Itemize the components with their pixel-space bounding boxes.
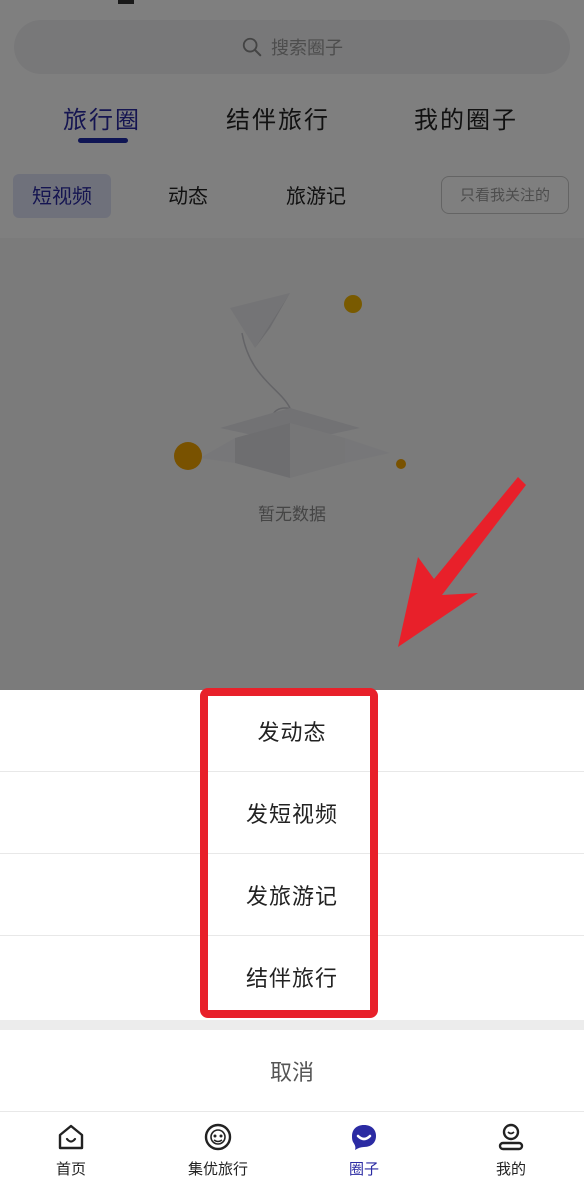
person-icon (498, 1123, 524, 1151)
tabbar-circle[interactable]: 圈子 (309, 1122, 419, 1179)
tabbar-label: 我的 (495, 1160, 526, 1178)
arrow-annotation-icon (398, 477, 526, 647)
tabbar-featured-travel[interactable]: 集优旅行 (163, 1122, 273, 1179)
highlight-annotation-box (200, 688, 378, 1018)
tabbar-label: 集优旅行 (187, 1160, 248, 1178)
chat-bubble-icon (352, 1125, 376, 1150)
sheet-divider (0, 1020, 584, 1030)
tabbar-label: 圈子 (348, 1160, 379, 1178)
tabbar-label: 首页 (55, 1160, 86, 1178)
tabbar-home[interactable]: 首页 (16, 1122, 126, 1179)
tabbar-mine[interactable]: 我的 (456, 1122, 566, 1179)
cancel-button[interactable]: 取消 (0, 1030, 584, 1112)
home-icon (58, 1124, 84, 1150)
cancel-label: 取消 (269, 1060, 314, 1086)
bottom-tab-bar: 首页 集优旅行 圈子 我的 (0, 1114, 584, 1191)
face-icon (204, 1123, 232, 1151)
